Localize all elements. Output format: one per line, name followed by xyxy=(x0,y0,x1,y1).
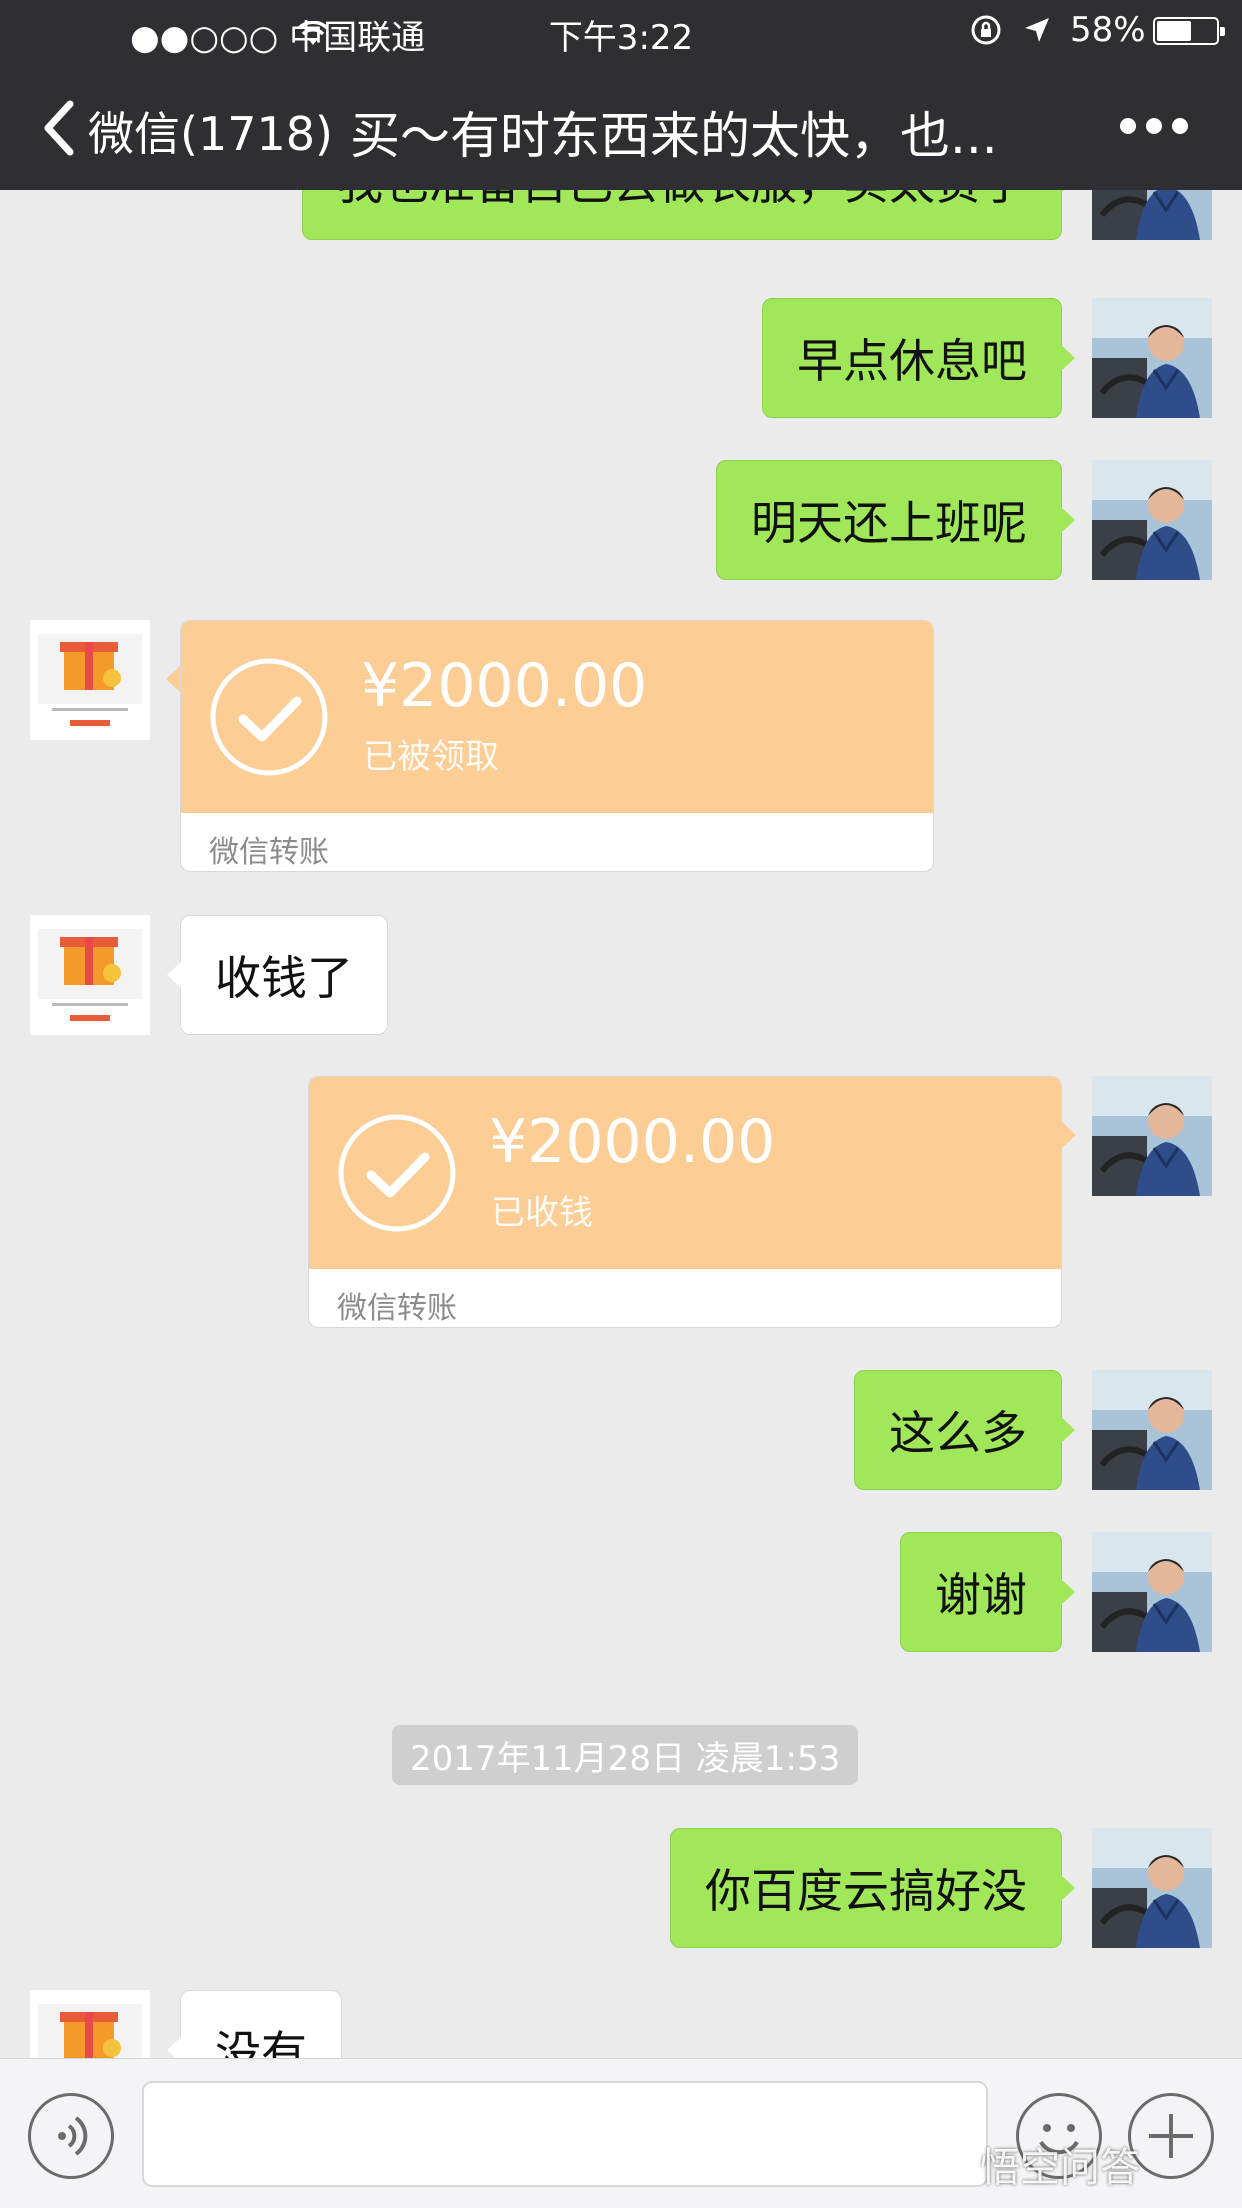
battery-percent: 58% xyxy=(1070,10,1146,50)
check-circle-icon xyxy=(338,1114,456,1232)
my-avatar[interactable] xyxy=(1092,1532,1212,1652)
message-bubble[interactable]: 我也准备自己去做衣服，实太贵了 xyxy=(302,190,1075,240)
message-bubble[interactable]: 谢谢 xyxy=(900,1532,1075,1652)
transfer-footer: 微信转账 xyxy=(337,1291,457,1326)
status-bar: ●●○○○ 中国联通 下午3:22 58% xyxy=(0,0,1242,62)
message-row: 早点休息吧 xyxy=(0,298,1242,423)
message-bubble[interactable]: 早点休息吧 xyxy=(762,298,1075,418)
back-chevron-icon[interactable] xyxy=(38,98,86,158)
message-row: 明天还上班呢 xyxy=(0,460,1242,585)
battery-level xyxy=(1157,21,1191,41)
my-avatar[interactable] xyxy=(1092,1370,1212,1490)
rotation-lock-icon xyxy=(970,14,1002,55)
message-row: 没有 xyxy=(0,1990,1242,2058)
add-more-button[interactable] xyxy=(1128,2093,1214,2179)
more-options-icon[interactable] xyxy=(1120,118,1188,134)
top-bar: ●●○○○ 中国联通 下午3:22 58% 微信(1718) 买～有时东西来的太… xyxy=(0,0,1242,190)
nav-bar: 微信(1718) 买～有时东西来的太快，也... xyxy=(0,62,1242,190)
transfer-status: 已收钱 xyxy=(491,1193,593,1233)
contact-avatar[interactable] xyxy=(30,1990,150,2058)
message-row: 你百度云搞好没 xyxy=(0,1828,1242,1953)
my-avatar[interactable] xyxy=(1092,1076,1212,1196)
transfer-card[interactable]: ¥2000.00 已被领取 微信转账 xyxy=(180,620,934,872)
message-row: ¥2000.00 已收钱 微信转账 xyxy=(0,1076,1242,1336)
my-avatar[interactable] xyxy=(1092,1828,1212,1948)
transfer-amount: ¥2000.00 xyxy=(361,651,648,721)
message-row: 我也准备自己去做衣服，实太贵了 xyxy=(0,190,1242,245)
message-input[interactable] xyxy=(142,2081,988,2187)
chat-area[interactable]: 我也准备自己去做衣服，实太贵了 早点休息吧 明天还上班呢 ¥2000.00 已被… xyxy=(0,190,1242,2058)
watermark-text: 悟空问答 xyxy=(980,2145,1140,2191)
transfer-status: 已被领取 xyxy=(363,737,499,777)
transfer-card[interactable]: ¥2000.00 已收钱 微信转账 xyxy=(308,1076,1062,1328)
message-row: 这么多 xyxy=(0,1370,1242,1495)
my-avatar[interactable] xyxy=(1092,460,1212,580)
my-avatar[interactable] xyxy=(1092,190,1212,240)
back-button[interactable]: 微信(1718) xyxy=(88,98,333,164)
plus-icon xyxy=(1149,2114,1193,2158)
message-bubble[interactable]: 明天还上班呢 xyxy=(716,460,1075,580)
location-arrow-icon xyxy=(1022,14,1052,54)
battery-icon xyxy=(1153,17,1225,45)
message-row: 收钱了 xyxy=(0,915,1242,1040)
voice-icon xyxy=(58,2116,88,2156)
chat-title: 买～有时东西来的太快，也... xyxy=(350,107,998,165)
voice-button[interactable] xyxy=(28,2093,114,2179)
contact-avatar[interactable] xyxy=(30,620,150,740)
contact-avatar[interactable] xyxy=(30,915,150,1035)
input-bar: 悟空问答 xyxy=(0,2058,1242,2208)
check-circle-icon xyxy=(210,658,328,776)
transfer-footer: 微信转账 xyxy=(209,835,329,870)
timestamp-badge: 2017年11月28日 凌晨1:53 xyxy=(392,1725,859,1785)
message-bubble[interactable]: 收钱了 xyxy=(167,915,388,1035)
my-avatar[interactable] xyxy=(1092,298,1212,418)
message-bubble[interactable]: 没有 xyxy=(167,1990,342,2058)
status-time: 下午3:22 xyxy=(548,18,694,58)
message-row: 谢谢 xyxy=(0,1532,1242,1657)
message-row: ¥2000.00 已被领取 微信转账 xyxy=(0,620,1242,880)
message-bubble[interactable]: 你百度云搞好没 xyxy=(670,1828,1075,1948)
transfer-amount: ¥2000.00 xyxy=(489,1107,776,1177)
message-bubble[interactable]: 这么多 xyxy=(854,1370,1075,1490)
